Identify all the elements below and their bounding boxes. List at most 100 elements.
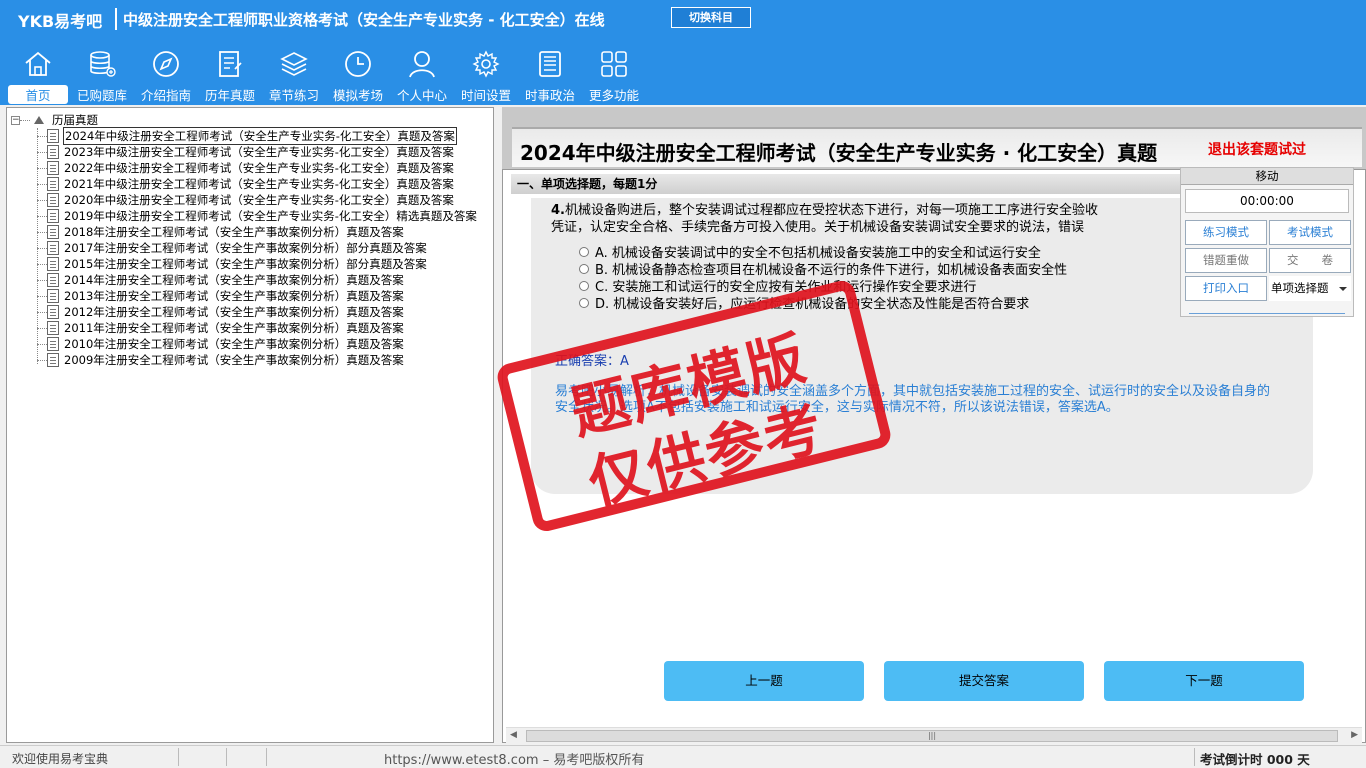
document-icon [47,129,59,143]
document-icon [47,193,59,207]
title-separator [115,8,117,30]
tree-item[interactable]: 2017年注册安全工程师考试（安全生产事故案例分析）部分真题及答案 [37,240,428,256]
app-title: 中级注册安全工程师职业资格考试（安全生产专业实务 - 化工安全）在线 [123,11,605,29]
document-icon [219,51,242,77]
move-handle[interactable]: 移动 [1181,168,1353,185]
nav-label: 更多功能 [588,88,639,103]
tree-item[interactable]: 2012年注册安全工程师考试（安全生产事故案例分析）真题及答案 [37,304,405,320]
document-icon [47,225,59,239]
document-icon [47,321,59,335]
nav-label: 介绍指南 [140,88,191,103]
prev-question-button[interactable]: 上一题 [664,661,864,701]
nav-guide[interactable]: 介绍指南 [134,46,198,104]
nav-home[interactable]: 首页 [6,46,70,104]
document-icon [47,305,59,319]
exit-exam-link[interactable]: 退出该套题试过 [1208,139,1306,159]
document-icon [47,289,59,303]
question-number: 4. [551,203,565,218]
document-icon [47,161,59,175]
nav-label: 首页 [8,85,68,104]
scroll-left-icon[interactable]: ◀ [510,730,517,740]
tree-item[interactable]: 2024年中级注册安全工程师考试（安全生产专业实务-化工安全）真题及答案 [37,127,457,145]
next-question-button[interactable]: 下一题 [1104,661,1304,701]
nav-label: 个人中心 [396,88,447,103]
radio-icon[interactable] [579,297,589,308]
nav-past-exams[interactable]: 历年真题 [198,46,262,104]
question-text: 4.机械设备购进后，整个安装调试过程都应在受控状态下进行，对每一项施工工序进行安… [551,202,1181,236]
print-button[interactable]: 打印入口 [1185,276,1267,301]
nav-mock-exam[interactable]: 模拟考场 [326,46,390,104]
nav-label: 模拟考场 [332,88,383,103]
document-icon [47,257,59,271]
practice-mode-button[interactable]: 练习模式 [1185,220,1267,245]
tree-item[interactable]: 2019年中级注册安全工程师考试（安全生产专业实务-化工安全）精选真题及答案 [37,208,478,224]
question-line-1: 机械设备购进后，整个安装调试过程都应在受控状态下进行，对每一项施工工序进行安全验… [564,203,1098,218]
document-icon [47,241,59,255]
nav-label: 时事政治 [524,88,575,103]
tree-item[interactable]: 2013年注册安全工程师考试（安全生产事故案例分析）真题及答案 [37,288,405,304]
question-type-select[interactable]: 单项选择题 [1269,276,1351,301]
status-welcome: 欢迎使用易考宝典 [12,752,109,766]
tree-root-label: 历届真题 [52,113,98,127]
exam-control-panel: 移动 00:00:00 练习模式 考试模式 错题重做 交 卷 打印入口 单项选择… [1180,167,1354,317]
home-icon [25,51,51,76]
document-icon [47,353,59,367]
nav-user-center[interactable]: 个人中心 [390,46,454,104]
tree-item[interactable]: 2015年注册安全工程师考试（安全生产事故案例分析）部分真题及答案 [37,256,428,272]
user-icon [409,51,435,78]
scrollbar-thumb[interactable]: ||| [526,730,1338,742]
exam-mode-button[interactable]: 考试模式 [1269,220,1351,245]
status-copyright: https://www.etest8.com – 易考吧版权所有 [384,753,645,768]
status-bar: 欢迎使用易考宝典 https://www.etest8.com – 易考吧版权所… [0,745,1366,768]
document-icon [47,145,59,159]
nav-label: 已购题库 [76,88,127,103]
exam-countdown: 考试倒计时 000 天 [1200,752,1310,767]
tree-item[interactable]: 2009年注册安全工程师考试（安全生产事故案例分析）真题及答案 [37,352,405,368]
document-icon [47,273,59,287]
document-icon [47,177,59,191]
database-icon [90,51,116,77]
tree-root[interactable]: − 历届真题 [11,112,98,128]
tree-item[interactable]: 2018年注册安全工程师考试（安全生产事故案例分析）真题及答案 [37,224,405,240]
tree-item[interactable]: 2014年注册安全工程师考试（安全生产事故案例分析）真题及答案 [37,272,405,288]
redo-wrong-button[interactable]: 错题重做 [1185,248,1267,273]
nav-label: 章节练习 [268,88,319,103]
clock-icon [345,51,371,77]
nav-label: 时间设置 [460,88,511,103]
submit-answer-button[interactable]: 提交答案 [884,661,1084,701]
gear-icon [472,50,500,78]
radio-icon[interactable] [579,280,589,291]
layers-icon [280,52,308,76]
tree-item[interactable]: 2011年注册安全工程师考试（安全生产事故案例分析）真题及答案 [37,320,405,336]
news-icon [539,51,561,77]
collapse-icon[interactable]: − [11,115,20,125]
document-icon [47,337,59,351]
radio-icon[interactable] [579,246,589,257]
scroll-right-icon[interactable]: ▶ [1351,730,1358,740]
exam-tree-panel: − 历届真题 2024年中级注册安全工程师考试（安全生产专业实务-化工安全）真题… [6,107,494,743]
section-heading: 一、单项选择题，每题1分 [511,174,1183,194]
switch-subject-button[interactable]: 切换科目 [671,7,751,28]
horizontal-scrollbar[interactable]: ◀ ||| ▶ [506,727,1362,743]
nav-chapter-practice[interactable]: 章节练习 [262,46,326,104]
app-header: YKB易考吧 中级注册安全工程师职业资格考试（安全生产专业实务 - 化工安全）在… [0,0,1366,105]
exam-banner: 2024年中级注册安全工程师考试（安全生产专业实务 · 化工安全）真题 退出该套… [512,127,1362,167]
nav-current-affairs[interactable]: 时事政治 [518,46,582,104]
panel-scrollbar[interactable] [1189,313,1345,316]
nav-more[interactable]: 更多功能 [582,46,646,104]
nav-time-settings[interactable]: 时间设置 [454,46,518,104]
submit-paper-button[interactable]: 交 卷 [1269,248,1351,273]
tree-item[interactable]: 2020年中级注册安全工程师考试（安全生产专业实务-化工安全）真题及答案 [37,192,455,208]
brand-logo: YKB易考吧 [18,12,103,31]
grid-icon [601,51,627,77]
tree-item[interactable]: 2022年中级注册安全工程师考试（安全生产专业实务-化工安全）真题及答案 [37,160,455,176]
folder-icon [34,116,44,124]
radio-icon[interactable] [579,263,589,274]
nav-purchased-bank[interactable]: 已购题库 [70,46,134,104]
tree-item[interactable]: 2021年中级注册安全工程师考试（安全生产专业实务-化工安全）真题及答案 [37,176,455,192]
document-icon [47,209,59,223]
tree-item[interactable]: 2023年中级注册安全工程师考试（安全生产专业实务-化工安全）真题及答案 [37,144,455,160]
question-line-2: 凭证，认定安全合格、手续完备方可投入使用。关于机械设备安装调试安全要求的说法，错… [551,220,1085,235]
tree-item[interactable]: 2010年注册安全工程师考试（安全生产事故案例分析）真题及答案 [37,336,405,352]
exam-timer: 00:00:00 [1185,189,1349,213]
